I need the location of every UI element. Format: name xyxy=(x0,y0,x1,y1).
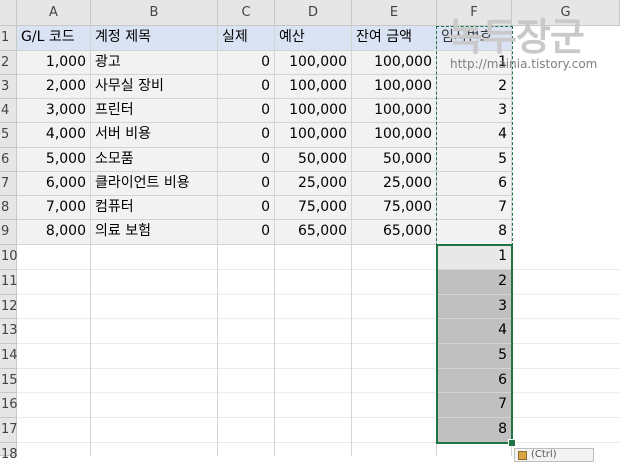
row-header-17[interactable]: 17 xyxy=(0,418,18,443)
cell-actual[interactable]: 0 xyxy=(218,75,275,99)
cell-actual[interactable]: 0 xyxy=(218,148,275,172)
row-header-9[interactable]: 9 xyxy=(0,220,17,245)
cell-gl-code[interactable]: 5,000 xyxy=(17,148,91,172)
header-remaining[interactable]: 잔여 금액 xyxy=(352,26,437,51)
cell-gl-code[interactable]: 7,000 xyxy=(17,196,91,220)
empty-grid[interactable] xyxy=(17,245,620,456)
cell-gl-code[interactable]: 2,000 xyxy=(17,75,91,99)
paste-options-label: (Ctrl) xyxy=(531,449,557,460)
cell-account[interactable]: 사무실 장비 xyxy=(91,75,218,99)
cell-account[interactable]: 서버 비용 xyxy=(91,123,218,148)
row-header-4[interactable]: 4 xyxy=(0,99,17,123)
cell-budget[interactable]: 65,000 xyxy=(275,220,352,245)
row-header-18[interactable]: 18 xyxy=(0,443,18,462)
row-header-14[interactable]: 14 xyxy=(0,344,18,369)
column-header-f[interactable]: F xyxy=(437,0,512,26)
row-header-6[interactable]: 6 xyxy=(0,148,17,172)
selection-border xyxy=(436,244,513,444)
row-header-15[interactable]: 15 xyxy=(0,369,18,393)
cell-account[interactable]: 프린터 xyxy=(91,99,218,123)
cell-gl-code[interactable]: 6,000 xyxy=(17,172,91,196)
cell-budget[interactable]: 100,000 xyxy=(275,51,352,75)
cell-budget[interactable]: 50,000 xyxy=(275,148,352,172)
cell-actual[interactable]: 0 xyxy=(218,220,275,245)
cell-account[interactable]: 광고 xyxy=(91,51,218,75)
row-header-3[interactable]: 3 xyxy=(0,75,17,99)
cell-gl-code[interactable]: 1,000 xyxy=(17,51,91,75)
cell-remaining[interactable]: 100,000 xyxy=(352,75,437,99)
cell-remaining[interactable]: 65,000 xyxy=(352,220,437,245)
cell-remaining[interactable]: 100,000 xyxy=(352,99,437,123)
header-actual[interactable]: 실제 xyxy=(218,26,275,51)
column-header-b[interactable]: B xyxy=(91,0,218,26)
row-header-12[interactable]: 12 xyxy=(0,295,18,319)
cell-remaining[interactable]: 100,000 xyxy=(352,51,437,75)
cell-gl-code[interactable]: 4,000 xyxy=(17,123,91,148)
header-gl-code[interactable]: G/L 코드 xyxy=(17,26,91,51)
cell-remaining[interactable]: 75,000 xyxy=(352,196,437,220)
cell-actual[interactable]: 0 xyxy=(218,196,275,220)
column-header-d[interactable]: D xyxy=(275,0,352,26)
cell-remaining[interactable]: 50,000 xyxy=(352,148,437,172)
row-header-13[interactable]: 13 xyxy=(0,319,18,344)
cell-actual[interactable]: 0 xyxy=(218,123,275,148)
row-header-2[interactable]: 2 xyxy=(0,51,17,75)
column-header-e[interactable]: E xyxy=(352,0,437,26)
fill-handle[interactable] xyxy=(508,439,516,447)
header-account[interactable]: 계정 제목 xyxy=(91,26,218,51)
cell-remaining[interactable]: 100,000 xyxy=(352,123,437,148)
cell-account[interactable]: 소모품 xyxy=(91,148,218,172)
row-header-11[interactable]: 11 xyxy=(0,270,18,295)
cell-budget[interactable]: 75,000 xyxy=(275,196,352,220)
cell-budget[interactable]: 25,000 xyxy=(275,172,352,196)
cell-budget[interactable]: 100,000 xyxy=(275,99,352,123)
cell-budget[interactable]: 100,000 xyxy=(275,75,352,99)
row-header-1[interactable]: 1 xyxy=(0,26,17,51)
select-all-corner[interactable] xyxy=(0,0,17,26)
paste-options-button[interactable]: (Ctrl) xyxy=(514,448,594,462)
cell-actual[interactable]: 0 xyxy=(218,172,275,196)
row-header-7[interactable]: 7 xyxy=(0,172,17,196)
cell-actual[interactable]: 0 xyxy=(218,99,275,123)
cell-budget[interactable]: 100,000 xyxy=(275,123,352,148)
row-header-5[interactable]: 5 xyxy=(0,123,17,148)
column-header-g[interactable]: G xyxy=(512,0,620,26)
cell-remaining[interactable]: 25,000 xyxy=(352,172,437,196)
cell-account[interactable]: 클라이언트 비용 xyxy=(91,172,218,196)
spreadsheet: A B C D E F G 1 2 3 4 5 6 7 8 9 10 11 12… xyxy=(0,0,620,462)
column-header-a[interactable]: A xyxy=(17,0,91,26)
cell-gl-code[interactable]: 8,000 xyxy=(17,220,91,245)
copy-marquee xyxy=(436,26,513,246)
column-header-c[interactable]: C xyxy=(218,0,275,26)
row-header-8[interactable]: 8 xyxy=(0,196,17,220)
row-header-10[interactable]: 10 xyxy=(0,245,18,270)
row-header-16[interactable]: 16 xyxy=(0,393,18,418)
header-budget[interactable]: 예산 xyxy=(275,26,352,51)
cell-actual[interactable]: 0 xyxy=(218,51,275,75)
cell-gl-code[interactable]: 3,000 xyxy=(17,99,91,123)
cell-account[interactable]: 의료 보험 xyxy=(91,220,218,245)
cell-account[interactable]: 컴퓨터 xyxy=(91,196,218,220)
